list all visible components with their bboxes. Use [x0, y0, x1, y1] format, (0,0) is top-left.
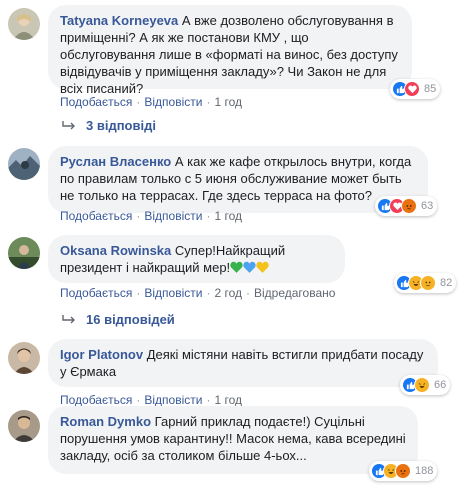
like-link[interactable]: Подобається: [60, 393, 132, 407]
avatar[interactable]: [8, 8, 40, 40]
reaction-summary[interactable]: 63: [375, 196, 438, 216]
reaction-count: 66: [434, 379, 447, 391]
view-replies-link[interactable]: 16 відповідей: [62, 312, 175, 327]
comment-actions: Подобається · Відповісти · 2 год · Відредагова…: [60, 286, 336, 300]
avatar-photo: [8, 8, 40, 40]
like-link[interactable]: Подобається: [60, 286, 132, 300]
comment-time[interactable]: 1 год: [214, 209, 242, 223]
like-link[interactable]: Подобається: [60, 95, 132, 109]
avatar[interactable]: [8, 410, 40, 442]
comment-time[interactable]: 1 год: [214, 393, 242, 407]
reply-link[interactable]: Відповісти: [144, 393, 202, 407]
comment-actions: Подобається · Відповісти · 1 год: [60, 209, 242, 223]
edited-label[interactable]: Відредаговано: [254, 286, 335, 300]
avatar-photo: [8, 410, 40, 442]
reaction-summary[interactable]: 66: [400, 375, 451, 395]
comment-bubble: Tatyana Korneyeva А вже дозволено обслуг…: [48, 5, 412, 96]
sad-reaction-icon: [420, 275, 436, 291]
avatar[interactable]: [8, 148, 40, 180]
avatar-photo: [8, 342, 40, 374]
reply-link[interactable]: Відповісти: [144, 286, 202, 300]
comment-bubble: Oksana Rowinska Супер!Найкращий президен…: [48, 235, 345, 283]
angry-reaction-icon: [395, 463, 411, 479]
comment-author[interactable]: Tatyana Korneyeva: [60, 13, 178, 28]
reaction-count: 63: [421, 200, 434, 212]
green-heart-icon: [230, 261, 243, 273]
reply-arrow-icon: [62, 120, 76, 131]
replies-count[interactable]: 16 відповідей: [86, 312, 175, 327]
reply-link[interactable]: Відповісти: [144, 95, 202, 109]
comment-bubble: Igor Platonov Деякі містяни навіть встиг…: [48, 339, 438, 387]
blue-heart-icon: [243, 261, 256, 273]
avatar[interactable]: [8, 237, 40, 269]
love-reaction-icon: [404, 81, 420, 97]
like-link[interactable]: Подобається: [60, 209, 132, 223]
comment-bubble: Руслан Власенко А как же кафе открылось …: [48, 146, 428, 213]
avatar-photo: [8, 237, 40, 269]
angry-reaction-icon: [401, 198, 417, 214]
reaction-count: 82: [440, 277, 453, 289]
reply-link[interactable]: Відповісти: [144, 209, 202, 223]
comment-author[interactable]: Руслан Власенко: [60, 154, 171, 169]
comment-author[interactable]: Igor Platonov: [60, 347, 143, 362]
view-replies-link[interactable]: 3 відповіді: [62, 118, 156, 133]
haha-reaction-icon: [414, 377, 430, 393]
comment-actions: Подобається · Відповісти · 1 год: [60, 95, 242, 109]
avatar-photo: [8, 148, 40, 180]
yellow-heart-icon: [256, 261, 269, 273]
reply-arrow-icon: [62, 314, 76, 325]
reaction-summary[interactable]: 85: [390, 79, 441, 99]
avatar[interactable]: [8, 342, 40, 374]
comment-bubble: Roman Dymko Гарний приклад подаєте!) Суц…: [48, 406, 418, 474]
replies-count[interactable]: 3 відповіді: [86, 118, 156, 133]
comment-author[interactable]: Roman Dymko: [60, 414, 151, 429]
comment-author[interactable]: Oksana Rowinska: [60, 243, 171, 258]
reaction-summary[interactable]: 82: [394, 273, 457, 293]
reaction-count: 188: [415, 465, 434, 477]
comment-time[interactable]: 2 год: [214, 286, 242, 300]
comment-time[interactable]: 1 год: [214, 95, 242, 109]
heart-emojis: [230, 260, 269, 275]
reaction-summary[interactable]: 188: [369, 461, 438, 481]
reaction-count: 85: [424, 83, 437, 95]
